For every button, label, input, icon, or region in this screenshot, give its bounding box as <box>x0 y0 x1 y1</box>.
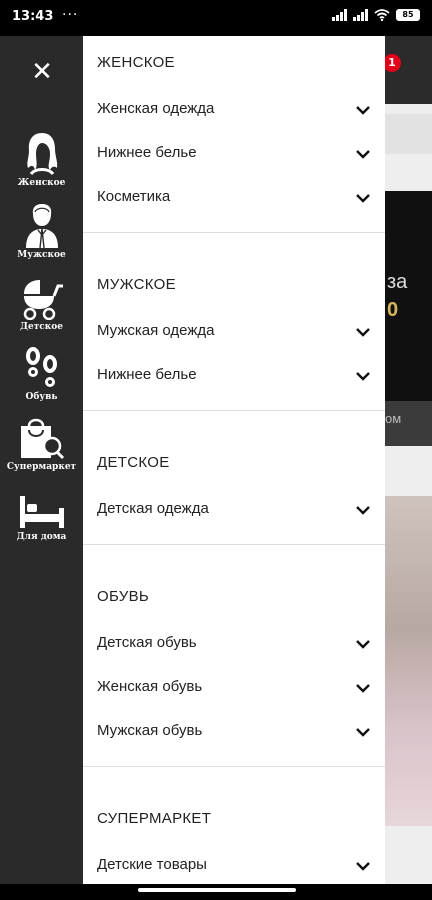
stroller-icon <box>23 280 63 320</box>
menu-item-label: Нижнее белье <box>97 366 197 383</box>
system-nav-bar <box>0 884 432 900</box>
background-banner: за 0 <box>385 191 432 401</box>
section-divider <box>83 544 385 545</box>
menu-item-womens-underwear[interactable]: Нижнее белье <box>83 134 385 174</box>
menu-item-label: Детская одежда <box>97 500 209 517</box>
rail-item-kids[interactable]: Детское <box>0 276 83 332</box>
man-icon <box>25 204 58 248</box>
menu-item-mens-shoes[interactable]: Мужская обувь <box>83 712 385 752</box>
chevron-down-icon <box>356 106 370 115</box>
chevron-down-icon <box>356 328 370 337</box>
chevron-down-icon <box>356 150 370 159</box>
menu-item-label: Нижнее белье <box>97 144 197 161</box>
section-divider <box>83 232 385 233</box>
status-bar: 13:43 ··· 85 <box>0 0 432 36</box>
background-header: 1 <box>385 36 432 104</box>
menu-item-kids-clothing[interactable]: Детская одежда <box>83 490 385 530</box>
menu-item-womens-clothing[interactable]: Женская одежда <box>83 90 385 130</box>
chevron-down-icon <box>356 684 370 693</box>
chevron-down-icon <box>356 728 370 737</box>
background-photo <box>385 496 432 826</box>
menu-item-cosmetics[interactable]: Косметика <box>83 178 385 218</box>
menu-item-label: Женская обувь <box>97 678 203 695</box>
category-rail: ✕ Женское Мужское Детское Обувь Супермар… <box>0 36 83 884</box>
signal-icon <box>332 9 347 21</box>
chevron-down-icon <box>356 862 370 871</box>
menu-item-label: Женская одежда <box>97 100 215 117</box>
bed-icon <box>19 496 64 528</box>
status-time: 13:43 <box>12 9 54 24</box>
rail-item-home[interactable]: Для дома <box>0 494 83 542</box>
menu-item-label: Косметика <box>97 188 171 205</box>
rail-label-shoes: Обувь <box>25 392 58 402</box>
rail-item-women[interactable]: Женское <box>0 130 83 188</box>
background-app: 1 за 0 ом <box>385 36 432 884</box>
close-icon[interactable]: ✕ <box>28 58 56 86</box>
banner-number: 0 <box>387 299 399 321</box>
section-title-supermarket: СУПЕРМАРКЕТ <box>97 810 212 827</box>
section-title-shoes: ОБУВЬ <box>97 588 150 605</box>
rail-item-shoes[interactable]: Обувь <box>0 346 83 402</box>
background-strip <box>385 114 432 154</box>
shopping-bag-search-icon <box>20 418 64 460</box>
menu-item-kids-goods[interactable]: Детские товары <box>83 846 385 884</box>
signal-2-icon <box>353 9 368 21</box>
chevron-down-icon <box>356 372 370 381</box>
menu-item-womens-shoes[interactable]: Женская обувь <box>83 668 385 708</box>
status-icons: 85 <box>332 9 420 21</box>
section-title-women: ЖЕНСКОЕ <box>97 54 175 71</box>
rail-label-men: Мужское <box>17 250 66 260</box>
chevron-down-icon <box>356 506 370 515</box>
cart-badge: 1 <box>385 54 401 72</box>
rail-label-supermarket: Супермаркет <box>6 462 77 472</box>
menu-item-label: Мужская одежда <box>97 322 215 339</box>
section-divider <box>83 410 385 411</box>
menu-item-mens-underwear[interactable]: Нижнее белье <box>83 356 385 396</box>
rail-item-men[interactable]: Мужское <box>0 202 83 260</box>
menu-item-mens-clothing[interactable]: Мужская одежда <box>83 312 385 352</box>
menu-item-label: Детская обувь <box>97 634 197 651</box>
menu-item-kids-shoes[interactable]: Детская обувь <box>83 624 385 664</box>
home-gesture-handle[interactable] <box>138 888 296 892</box>
category-menu-panel: ЖЕНСКОЕ Женская одежда Нижнее белье Косм… <box>83 36 385 884</box>
woman-icon <box>26 133 57 176</box>
banner-text: за <box>387 271 408 293</box>
status-more-icon: ··· <box>62 7 79 23</box>
menu-item-label: Детские товары <box>97 856 207 873</box>
section-title-kids: ДЕТСКОЕ <box>97 454 170 471</box>
footer-strip-text: ом <box>385 411 402 426</box>
background-footer-strip: ом <box>385 401 432 446</box>
chevron-down-icon <box>356 194 370 203</box>
section-divider <box>83 766 385 767</box>
wifi-icon <box>374 9 390 21</box>
chevron-down-icon <box>356 640 370 649</box>
rail-label-kids: Детское <box>19 322 63 332</box>
menu-item-label: Мужская обувь <box>97 722 203 739</box>
section-title-men: МУЖСКОЕ <box>97 276 176 293</box>
rail-item-supermarket[interactable]: Супермаркет <box>0 416 83 472</box>
footprints-icon <box>25 347 57 387</box>
rail-label-home: Для дома <box>16 532 67 542</box>
battery-icon: 85 <box>396 9 420 21</box>
rail-label-women: Женское <box>17 178 66 188</box>
